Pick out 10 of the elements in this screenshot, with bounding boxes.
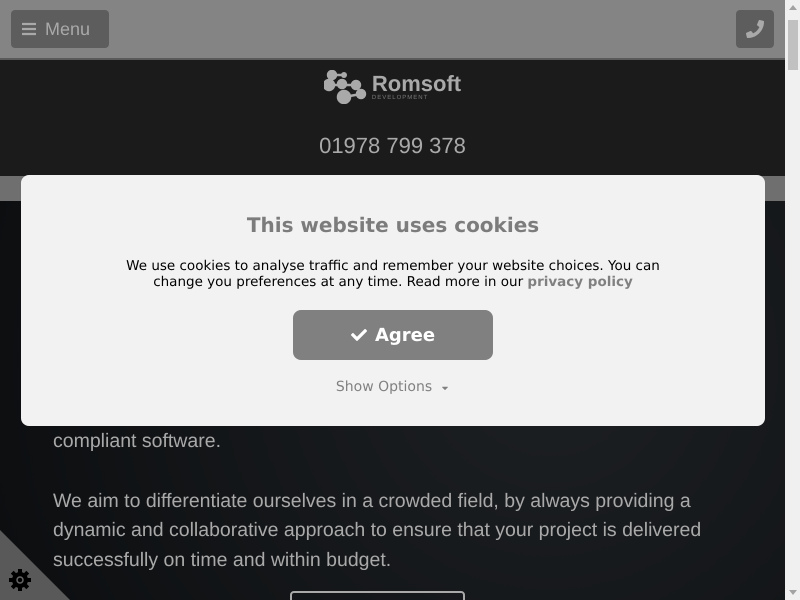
agree-button[interactable]: Agree	[293, 310, 493, 360]
show-options-toggle[interactable]: Show Options	[336, 377, 450, 398]
cookie-title: This website uses cookies	[246, 213, 540, 237]
menu-button[interactable]: Menu	[11, 10, 109, 48]
privacy-policy-link[interactable]: privacy policy	[527, 274, 633, 290]
cookie-text: We use cookies to analyse traffic and remember your website choices. You can change you preferences at any time. Read more in our privacy policy	[125, 258, 661, 290]
phone-number: 01978 799 378	[319, 132, 466, 160]
logo-name: Romsoft	[372, 73, 462, 95]
hero-paragraph: We aim to differentiate ourselves in a crowded field, by always providing a dynamic and collaborative approach to ensure that your project is delivered successfully on time and within budget.	[53, 488, 702, 572]
hero-paragraph: compliant software.	[53, 429, 222, 454]
